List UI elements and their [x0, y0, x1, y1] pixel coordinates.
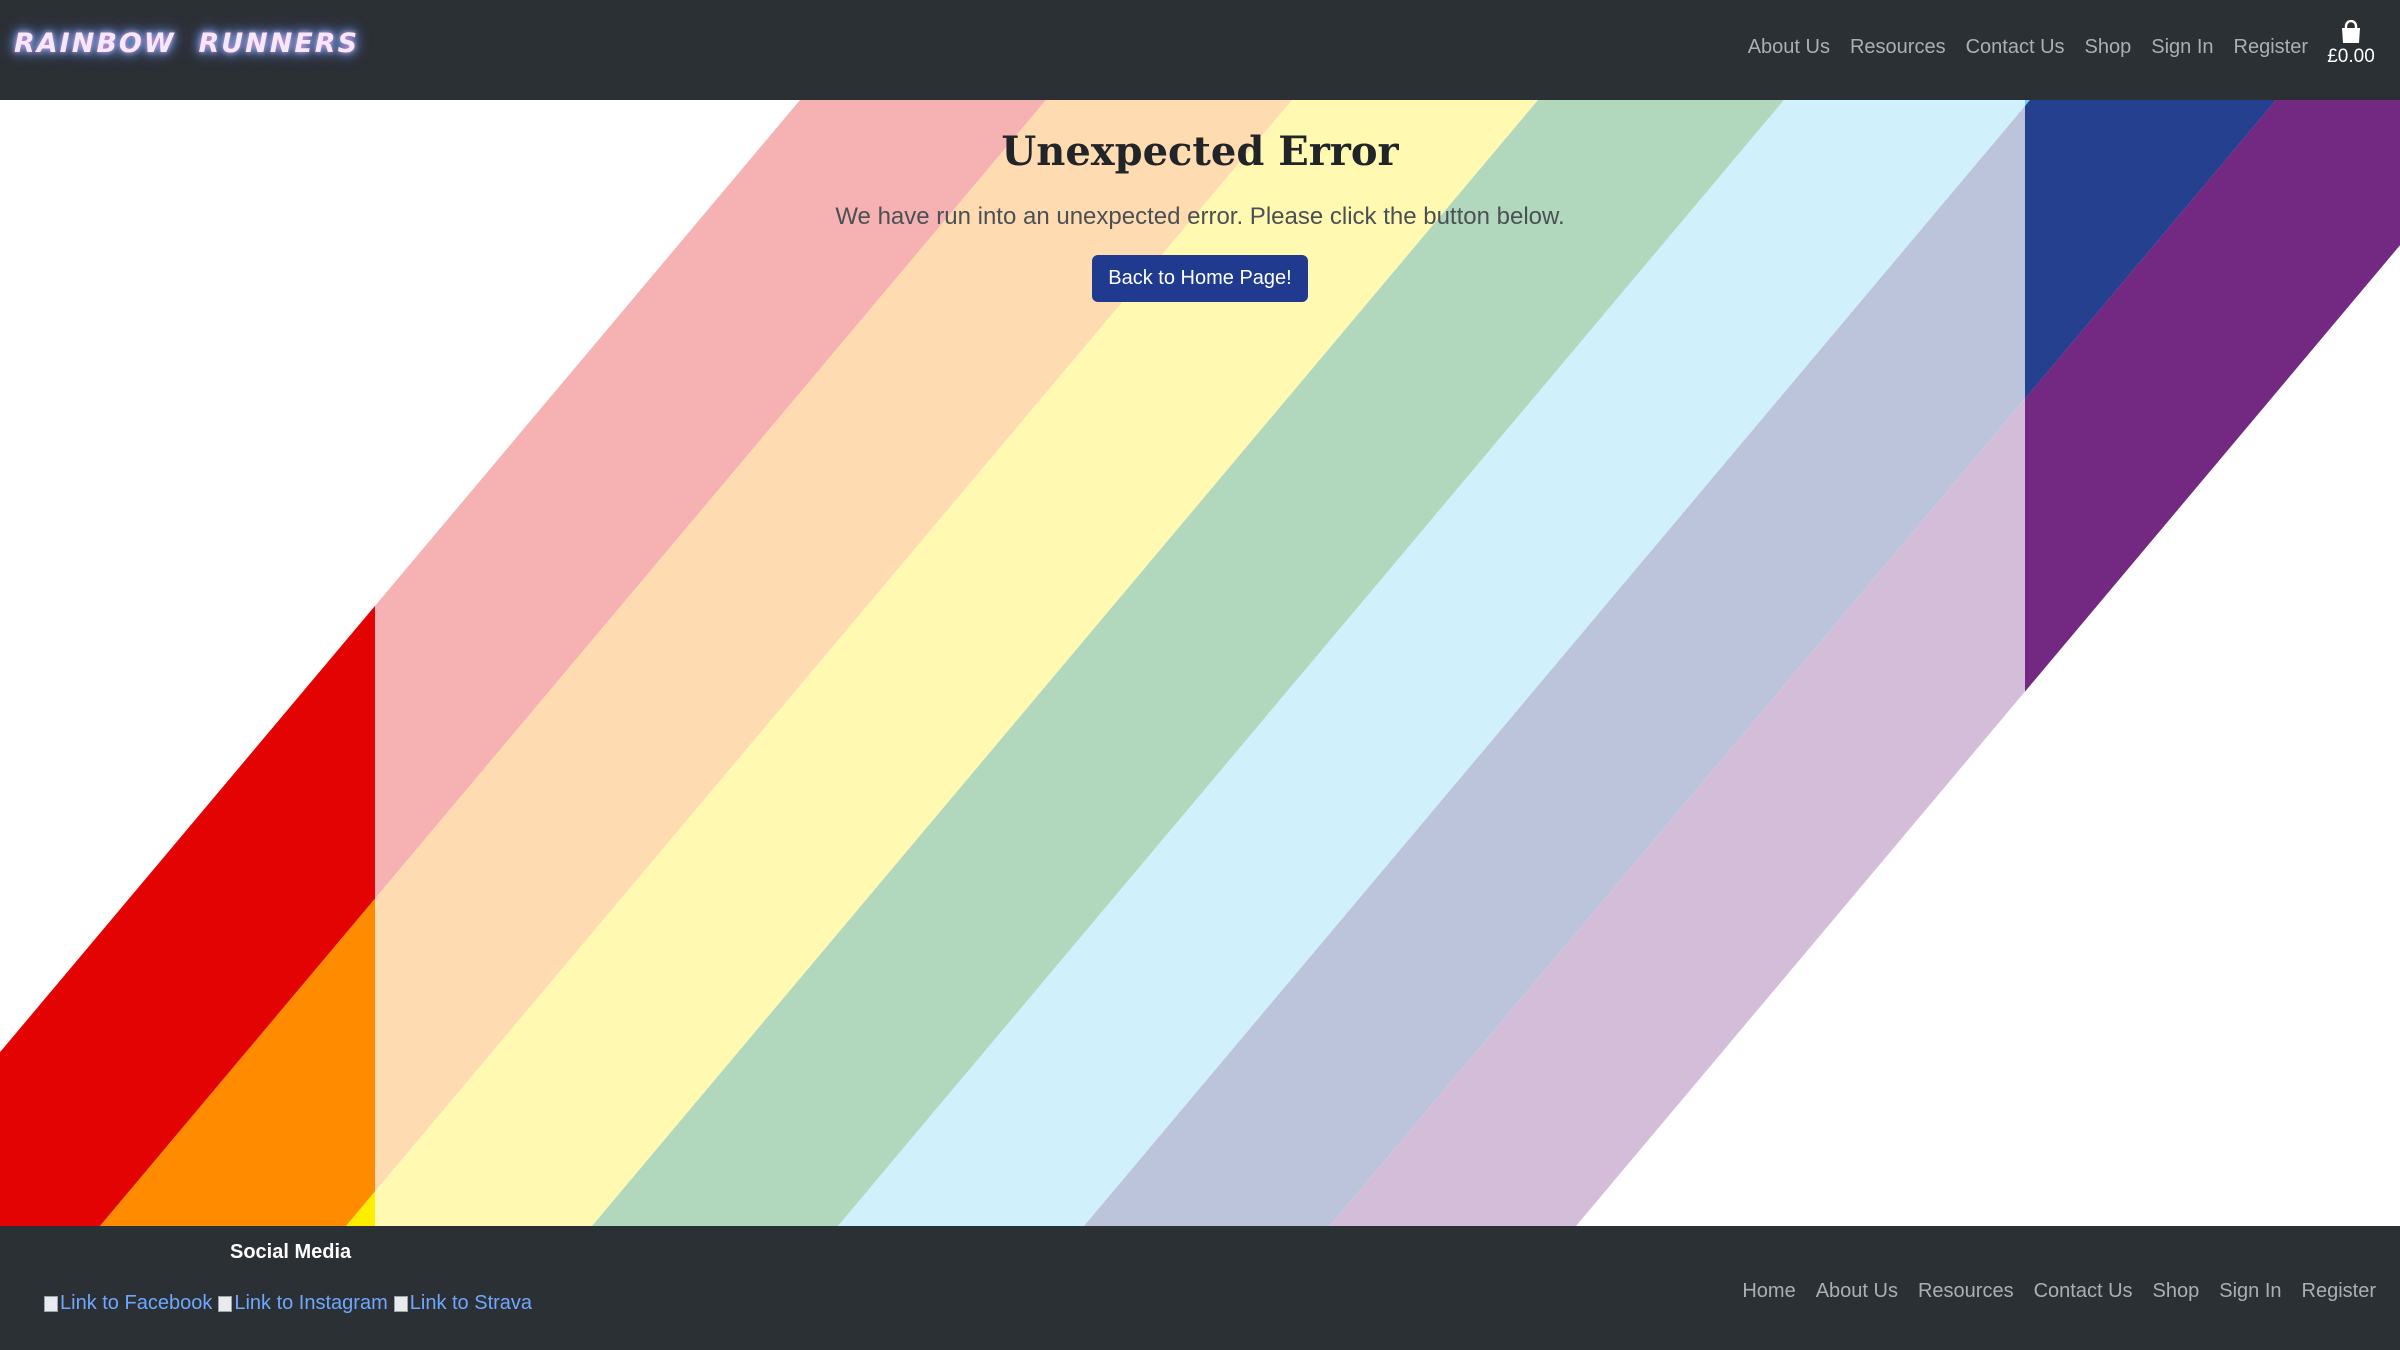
instagram-link[interactable]: Link to Instagram [218, 1292, 388, 1315]
nav-shop[interactable]: Shop [2085, 36, 2132, 59]
footer-nav-home[interactable]: Home [1742, 1280, 1795, 1303]
footer-nav-shop[interactable]: Shop [2153, 1280, 2200, 1303]
page-title: Unexpected Error [1001, 128, 1399, 175]
brand-logo[interactable]: RAINBOW RUNNERS [14, 28, 359, 59]
header-nav: About Us Resources Contact Us Shop Sign … [1748, 36, 2308, 59]
footer-nav: Home About Us Resources Contact Us Shop … [1742, 1280, 2376, 1303]
nav-contact-us[interactable]: Contact Us [1966, 36, 2065, 59]
footer: Social Media Link to Facebook Link to In… [0, 1226, 2400, 1350]
facebook-link[interactable]: Link to Facebook [44, 1292, 212, 1315]
footer-nav-contact-us[interactable]: Contact Us [2034, 1280, 2133, 1303]
main-content: Unexpected Error We have run into an une… [0, 100, 2400, 1226]
top-navbar: RAINBOW RUNNERS About Us Resources Conta… [0, 0, 2400, 100]
footer-nav-about-us[interactable]: About Us [1816, 1280, 1898, 1303]
shopping-bag-icon [2342, 20, 2360, 43]
footer-nav-register[interactable]: Register [2302, 1280, 2376, 1303]
social-links: Link to Facebook Link to Instagram Link … [44, 1292, 532, 1315]
error-message: We have run into an unexpected error. Pl… [835, 203, 1565, 230]
footer-nav-sign-in[interactable]: Sign In [2219, 1280, 2281, 1303]
nav-register[interactable]: Register [2234, 36, 2308, 59]
strava-link[interactable]: Link to Strava [393, 1292, 533, 1315]
nav-resources[interactable]: Resources [1850, 36, 1946, 59]
facebook-link-label: Link to Facebook [60, 1292, 213, 1314]
strava-link-label: Link to Strava [409, 1292, 533, 1314]
social-media-heading: Social Media [230, 1241, 352, 1263]
error-panel: Unexpected Error We have run into an une… [0, 100, 2400, 302]
nav-sign-in[interactable]: Sign In [2151, 36, 2213, 59]
instagram-link-label: Link to Instagram [234, 1292, 388, 1314]
nav-about-us[interactable]: About Us [1748, 36, 1830, 59]
strava-icon [393, 1295, 408, 1312]
cart-total: £0.00 [2327, 46, 2375, 67]
facebook-icon [44, 1295, 58, 1312]
back-to-home-button[interactable]: Back to Home Page! [1092, 255, 1308, 302]
footer-nav-resources[interactable]: Resources [1918, 1280, 2014, 1303]
instagram-icon [218, 1295, 233, 1312]
cart-button[interactable]: £0.00 [2326, 20, 2376, 68]
